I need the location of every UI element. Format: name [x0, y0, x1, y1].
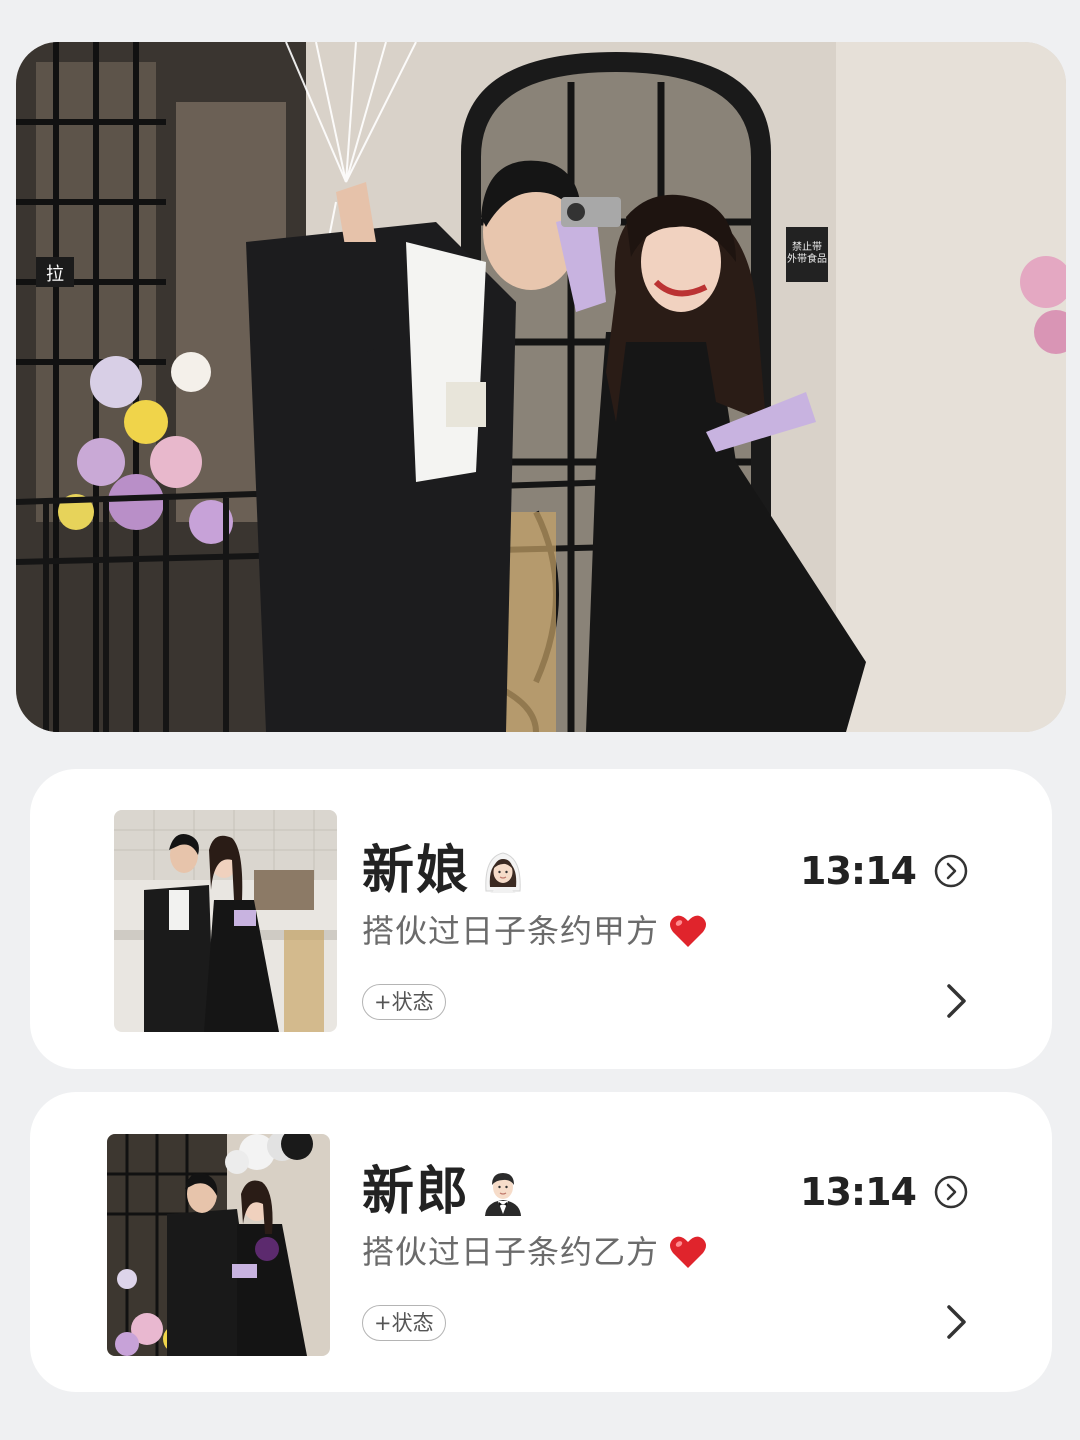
profile-card-groom[interactable]: 新郎 搭伙过日子条约乙方 +状态 13:14: [30, 1092, 1052, 1392]
time-text: 13:14: [800, 849, 917, 893]
bride-thumbnail[interactable]: [114, 810, 337, 1032]
time-text: 13:14: [800, 1170, 917, 1214]
red-heart-icon: [669, 1234, 707, 1270]
groom-thumbnail[interactable]: [107, 1134, 330, 1356]
add-status-button[interactable]: +状态: [362, 1305, 446, 1341]
profile-card-bride[interactable]: 新娘 搭伙过日子条约甲方 +状态 13:14: [30, 769, 1052, 1069]
chevron-circle-icon[interactable]: [934, 1175, 968, 1209]
profile-subtitle: 搭伙过日子条约甲方: [362, 912, 660, 950]
groom-thumbnail-image: [107, 1134, 330, 1356]
time-display[interactable]: 13:14: [800, 1170, 968, 1214]
profile-name: 新娘: [362, 841, 471, 901]
hero-photo-illustration: 拉 禁止带外带食品: [16, 42, 1066, 732]
chevron-circle-icon[interactable]: [934, 854, 968, 888]
bride-with-veil-icon: [480, 847, 526, 895]
groom-in-tuxedo-icon: [480, 1168, 526, 1216]
door-sign: 拉: [46, 264, 64, 285]
chevron-right-icon[interactable]: [946, 983, 968, 1019]
bride-thumbnail-image: [114, 810, 337, 1032]
hero-photo: 拉 禁止带外带食品: [16, 42, 1066, 732]
profile-subtitle: 搭伙过日子条约乙方: [362, 1233, 660, 1271]
red-heart-icon: [669, 913, 707, 949]
time-display[interactable]: 13:14: [800, 849, 968, 893]
chevron-right-icon[interactable]: [946, 1304, 968, 1340]
profile-name: 新郎: [362, 1162, 471, 1222]
add-status-button[interactable]: +状态: [362, 984, 446, 1020]
